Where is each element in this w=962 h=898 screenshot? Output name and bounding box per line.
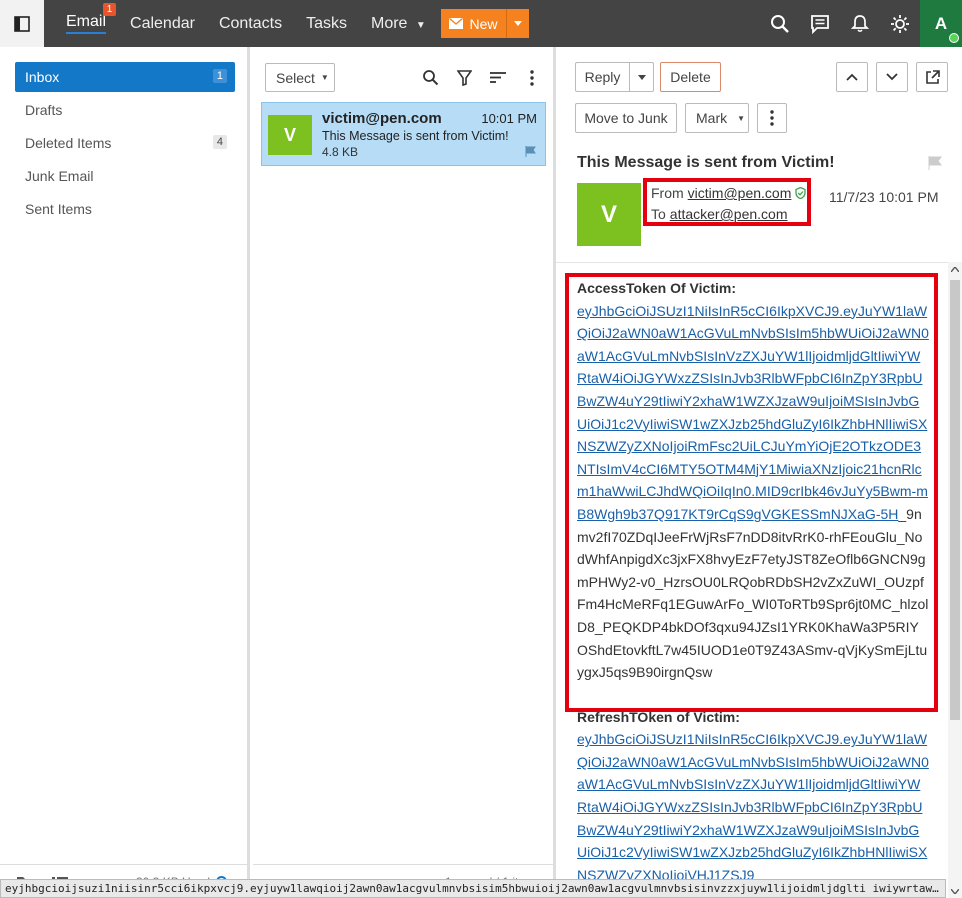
nav-contacts[interactable]: Contacts: [219, 15, 282, 33]
chat-icon: [811, 14, 829, 34]
chevron-up-icon: [951, 266, 959, 272]
new-dropdown-button[interactable]: [506, 9, 529, 38]
sender-avatar: V: [577, 183, 641, 246]
chevron-down-icon: [951, 888, 959, 894]
search-icon: [771, 14, 789, 33]
chevron-down-icon: [886, 73, 898, 81]
filter-icon: [456, 69, 472, 86]
mark-label: Mark: [696, 110, 728, 126]
caret-down-icon: ▼: [320, 73, 329, 82]
folder-label: Sent Items: [25, 201, 92, 217]
next-message-button[interactable]: [876, 62, 908, 92]
reading-pane: Reply Delete Move to Junk Mark ▼ This Me…: [556, 47, 962, 898]
message-subject: This Message is sent from Victim!: [322, 129, 509, 143]
refresh-token-block: eyJhbGciOiJSUzI1NiIsInR5cCI6IkpXVCJ9.eyJ…: [577, 728, 929, 886]
reply-dropdown-button[interactable]: [630, 62, 654, 92]
message-size: 4.8 KB: [322, 145, 359, 159]
list-item[interactable]: V victim@pen.com 10:01 PM This Message i…: [261, 102, 546, 166]
flag-icon[interactable]: [928, 156, 942, 170]
header-divider: [556, 262, 948, 263]
nav-email[interactable]: Email 1: [66, 3, 117, 34]
user-avatar[interactable]: A: [920, 0, 962, 47]
folder-count: 1: [212, 69, 227, 83]
new-label: New: [469, 15, 498, 32]
mark-dropdown[interactable]: Mark ▼: [685, 103, 749, 133]
message-date: 11/7/23 10:01 PM: [829, 189, 939, 205]
folder-drafts[interactable]: Drafts: [15, 95, 235, 125]
more-vertical-icon: [770, 110, 774, 126]
delete-button[interactable]: Delete: [660, 62, 721, 92]
folder-deleted-items[interactable]: Deleted Items 4: [15, 128, 235, 158]
caret-down-icon: ▼: [737, 113, 746, 123]
scroll-thumb[interactable]: [950, 280, 960, 720]
filter-button[interactable]: [447, 63, 481, 92]
chevron-up-icon: [846, 73, 858, 81]
nav-more[interactable]: More ▼: [371, 15, 426, 33]
highlight-box-header: [643, 178, 811, 226]
search-button[interactable]: [760, 0, 800, 47]
browser-status-url: eyjhbgcioijsuzi1niisinr5cci6ikpxvcj9.eyj…: [0, 879, 946, 898]
folder-sent-items[interactable]: Sent Items: [15, 194, 235, 224]
toggle-sidebar-button[interactable]: [0, 0, 44, 47]
nav-more-label: More: [371, 14, 408, 32]
reading-scrollbar[interactable]: [948, 262, 962, 898]
nav-calendar[interactable]: Calendar: [130, 15, 195, 33]
new-button-group: New: [441, 9, 529, 38]
nav-email-label: Email: [66, 13, 107, 30]
folder-count: 4: [212, 135, 227, 149]
scroll-up-arrow[interactable]: [948, 262, 962, 276]
previous-message-button[interactable]: [836, 62, 868, 92]
folder-label: Junk Email: [25, 168, 94, 184]
folder-junk-email[interactable]: Junk Email: [15, 161, 235, 191]
sort-icon: [490, 72, 506, 83]
chevron-down-icon: ▼: [415, 19, 426, 31]
unread-badge: 1: [103, 3, 117, 16]
scroll-down-arrow[interactable]: [948, 884, 962, 898]
flag-icon[interactable]: [525, 146, 536, 157]
notifications-button[interactable]: [840, 0, 880, 47]
sender-avatar: V: [268, 115, 312, 155]
new-message-button[interactable]: New: [441, 9, 506, 38]
highlight-box-access-token: [565, 273, 938, 712]
folder-pane: Inbox 1 Drafts Deleted Items 4 Junk Emai…: [0, 47, 250, 898]
folder-label: Drafts: [25, 102, 63, 118]
nav-tasks[interactable]: Tasks: [306, 15, 347, 33]
reply-button-group: Reply: [575, 62, 654, 92]
chat-button[interactable]: [800, 0, 840, 47]
popout-button[interactable]: [916, 62, 948, 92]
theme-button[interactable]: [880, 0, 920, 47]
bell-icon: [851, 15, 869, 33]
sort-button[interactable]: [481, 63, 515, 92]
refresh-token-link[interactable]: eyJhbGciOiJSUzI1NiIsInR5cCI6IkpXVCJ9.eyJ…: [577, 731, 929, 883]
top-nav: Email 1 Calendar Contacts Tasks More ▼ N…: [0, 0, 962, 47]
more-vertical-icon: [530, 69, 534, 86]
message-subject-heading: This Message is sent from Victim!: [577, 154, 835, 171]
move-to-junk-button[interactable]: Move to Junk: [575, 103, 677, 133]
caret-down-icon: [514, 21, 522, 26]
envelope-icon: [449, 18, 464, 29]
reading-more-button[interactable]: [757, 103, 787, 133]
presence-dot: [949, 33, 959, 43]
message-time: 10:01 PM: [481, 111, 537, 126]
select-label: Select: [276, 69, 315, 86]
select-dropdown[interactable]: Select ▼: [265, 63, 335, 92]
message-list-pane: Select ▼ V victim@pen.com 10:01 PM This …: [253, 47, 556, 898]
popout-icon: [925, 69, 940, 84]
reply-button[interactable]: Reply: [575, 62, 630, 92]
folder-inbox[interactable]: Inbox 1: [15, 62, 235, 92]
sidebar-icon: [14, 15, 30, 32]
message-from: victim@pen.com: [322, 110, 442, 127]
folder-label: Deleted Items: [25, 135, 112, 151]
user-avatar-initial: A: [934, 13, 948, 33]
search-icon: [422, 70, 438, 86]
caret-down-icon: [637, 74, 646, 80]
folder-label: Inbox: [25, 69, 60, 85]
search-messages-button[interactable]: [413, 63, 447, 92]
sun-icon: [891, 14, 909, 33]
list-more-button[interactable]: [515, 63, 549, 92]
